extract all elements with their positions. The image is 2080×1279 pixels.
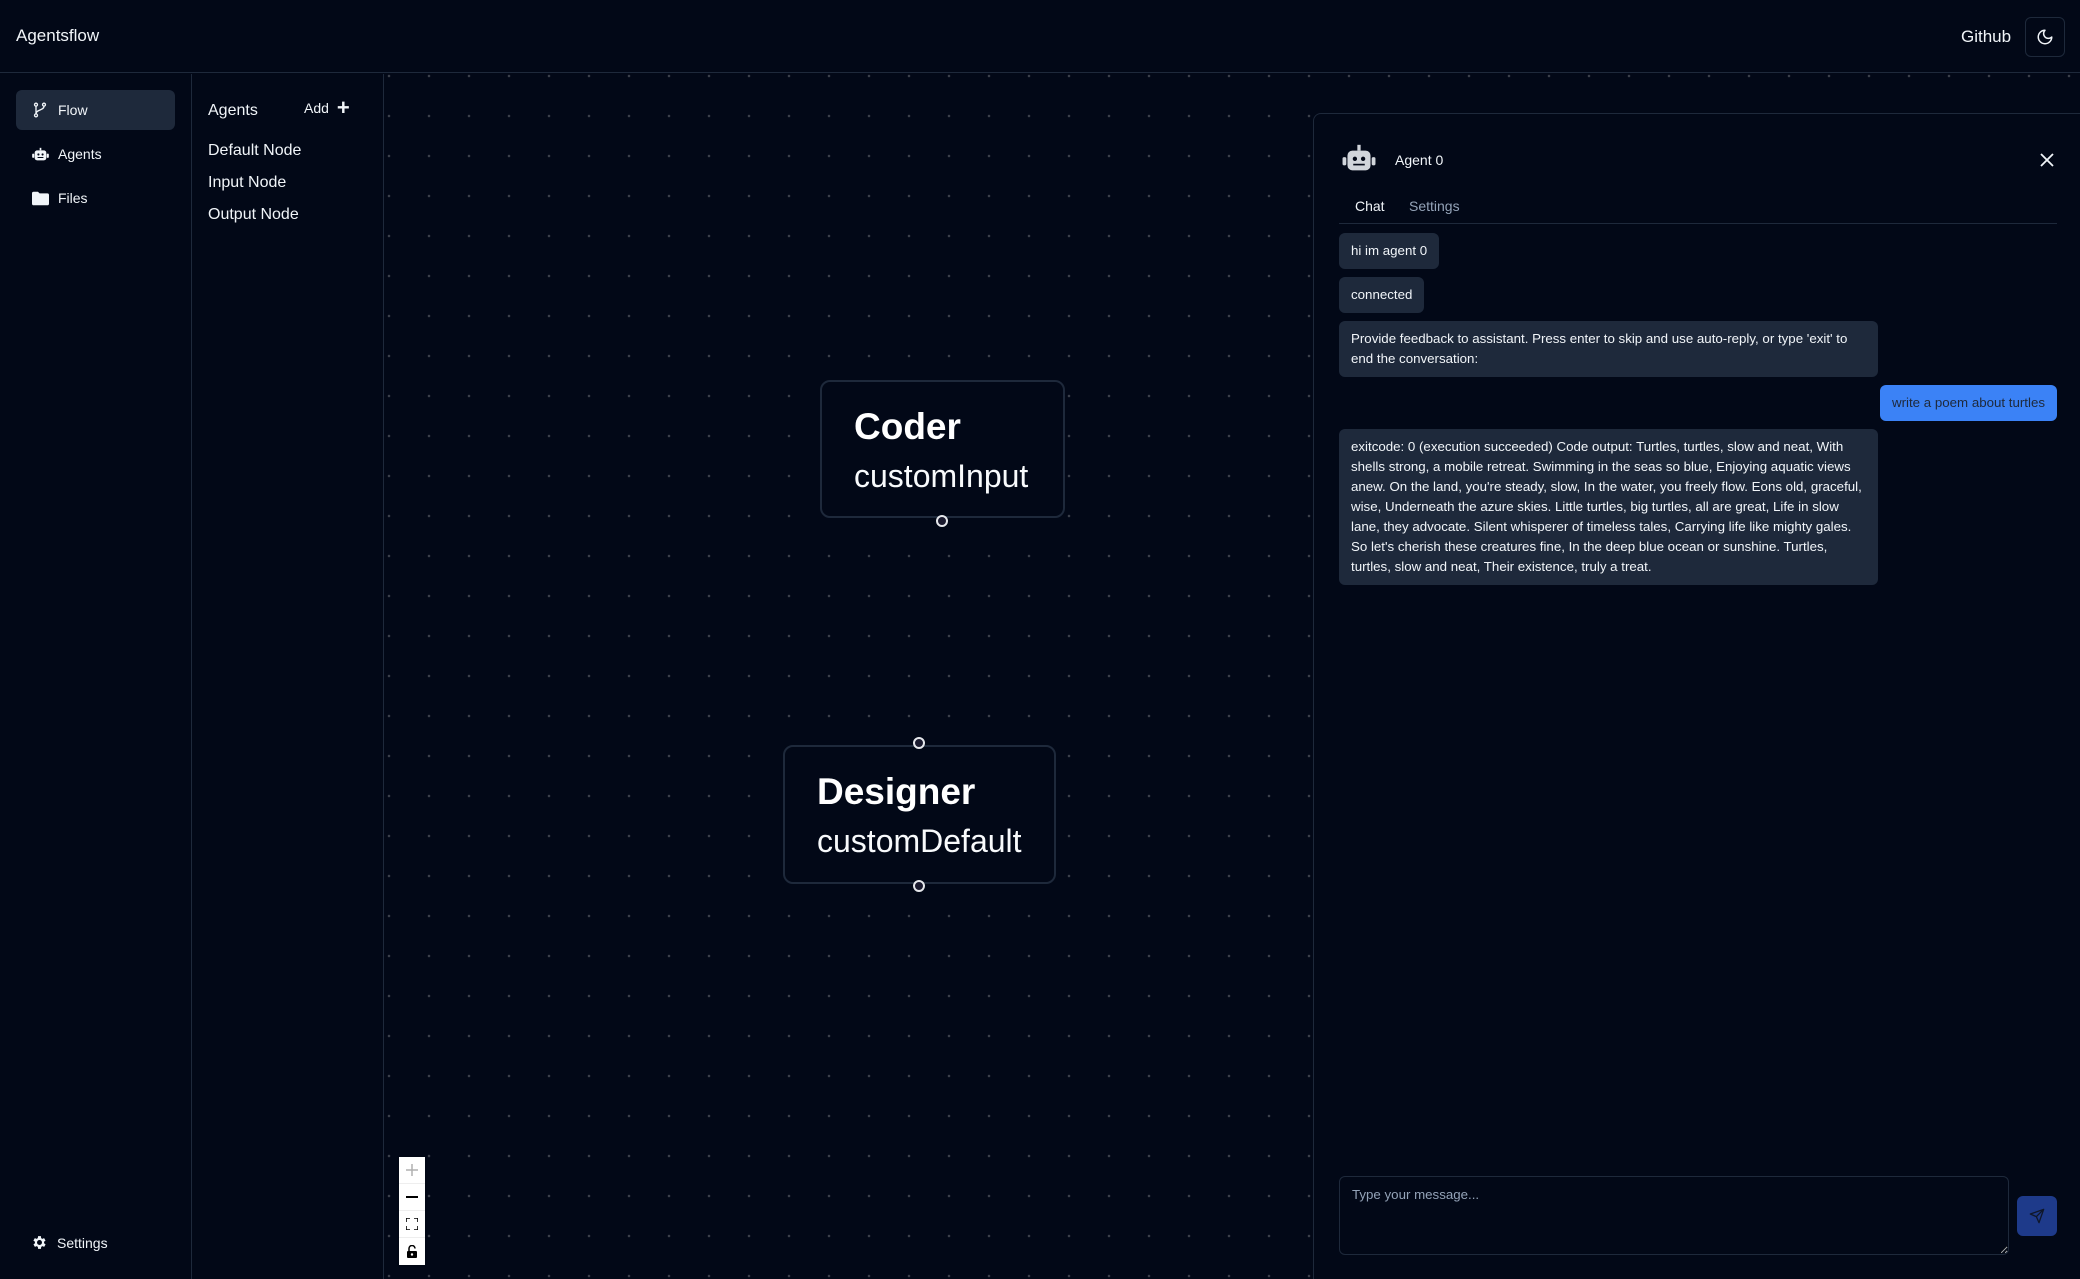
node-palette-item-output[interactable]: Output Node — [208, 206, 299, 224]
sidebar-item-label: Flow — [58, 102, 88, 118]
send-button[interactable] — [2017, 1196, 2057, 1236]
app-header: Agentsflow Github — [0, 0, 2080, 73]
node-target-handle[interactable] — [913, 737, 925, 749]
tab-settings[interactable]: Settings — [1409, 198, 1460, 214]
zoom-in-button[interactable] — [399, 1157, 425, 1184]
app-title: Agentsflow — [16, 26, 100, 45]
node-palette: Agents Add + Default Node Input Node Out… — [192, 74, 384, 1279]
node-palette-title: Agents — [208, 102, 258, 119]
node-source-handle[interactable] — [913, 880, 925, 892]
folder-icon — [31, 189, 49, 207]
plus-icon: + — [336, 95, 350, 120]
gear-icon — [31, 1234, 48, 1251]
node-palette-item-input[interactable]: Input Node — [208, 174, 286, 192]
node-title: Designer — [817, 771, 976, 812]
close-icon — [2040, 153, 2054, 167]
chat-tabs: Chat Settings — [1339, 194, 2057, 224]
agent-chat-panel: Agent 0 Chat Settings hi im agent 0 conn… — [1313, 113, 2080, 1279]
agent-name: Agent 0 — [1395, 152, 1444, 168]
sidebar-item-label: Agents — [58, 146, 102, 162]
node-type: customDefault — [817, 823, 1022, 859]
plus-icon — [406, 1164, 418, 1176]
message-agent: exitcode: 0 (execution succeeded) Code o… — [1339, 429, 1878, 585]
sidebar-item-files[interactable]: Files — [16, 178, 175, 218]
message-input[interactable] — [1339, 1176, 2009, 1255]
sidebar-item-agents[interactable]: Agents — [16, 134, 175, 174]
sidebar-item-label: Files — [58, 190, 88, 206]
message-agent: connected — [1339, 277, 1425, 313]
flow-node-designer[interactable]: Designer customDefault — [783, 745, 1056, 884]
sidebar-item-flow[interactable]: Flow — [16, 90, 175, 130]
settings-label: Settings — [57, 1234, 108, 1251]
moon-icon — [2037, 29, 2053, 45]
fit-view-button[interactable] — [399, 1211, 425, 1238]
sidebar: Flow Agents Files — [0, 74, 192, 1279]
toggle-lock-button[interactable] — [399, 1238, 425, 1265]
node-source-handle[interactable] — [936, 515, 948, 527]
canvas-controls — [399, 1157, 425, 1265]
tab-chat[interactable]: Chat — [1355, 198, 1385, 214]
node-title: Coder — [854, 406, 961, 447]
message-user: write a poem about turtles — [1880, 385, 2057, 421]
fit-view-icon — [406, 1218, 418, 1230]
robot-icon — [31, 145, 49, 163]
send-icon — [2029, 1208, 2045, 1224]
unlock-icon — [407, 1245, 417, 1258]
add-label: Add — [304, 100, 329, 116]
node-type: customInput — [854, 458, 1029, 494]
git-branch-icon — [31, 101, 49, 119]
message-agent: Provide feedback to assistant. Press ent… — [1339, 321, 1878, 377]
add-node-button[interactable]: Add + — [304, 95, 350, 120]
flow-node-coder[interactable]: Coder customInput — [820, 380, 1065, 518]
node-palette-item-default[interactable]: Default Node — [208, 142, 301, 160]
sidebar-item-settings[interactable]: Settings — [31, 1234, 108, 1251]
github-link[interactable]: Github — [1961, 27, 2011, 47]
close-panel-button[interactable] — [2036, 149, 2058, 171]
robot-icon — [1342, 144, 1376, 177]
message-agent: hi im agent 0 — [1339, 233, 1440, 269]
theme-toggle-button[interactable] — [2025, 17, 2065, 57]
zoom-out-button[interactable] — [399, 1184, 425, 1211]
minus-icon — [406, 1196, 418, 1198]
